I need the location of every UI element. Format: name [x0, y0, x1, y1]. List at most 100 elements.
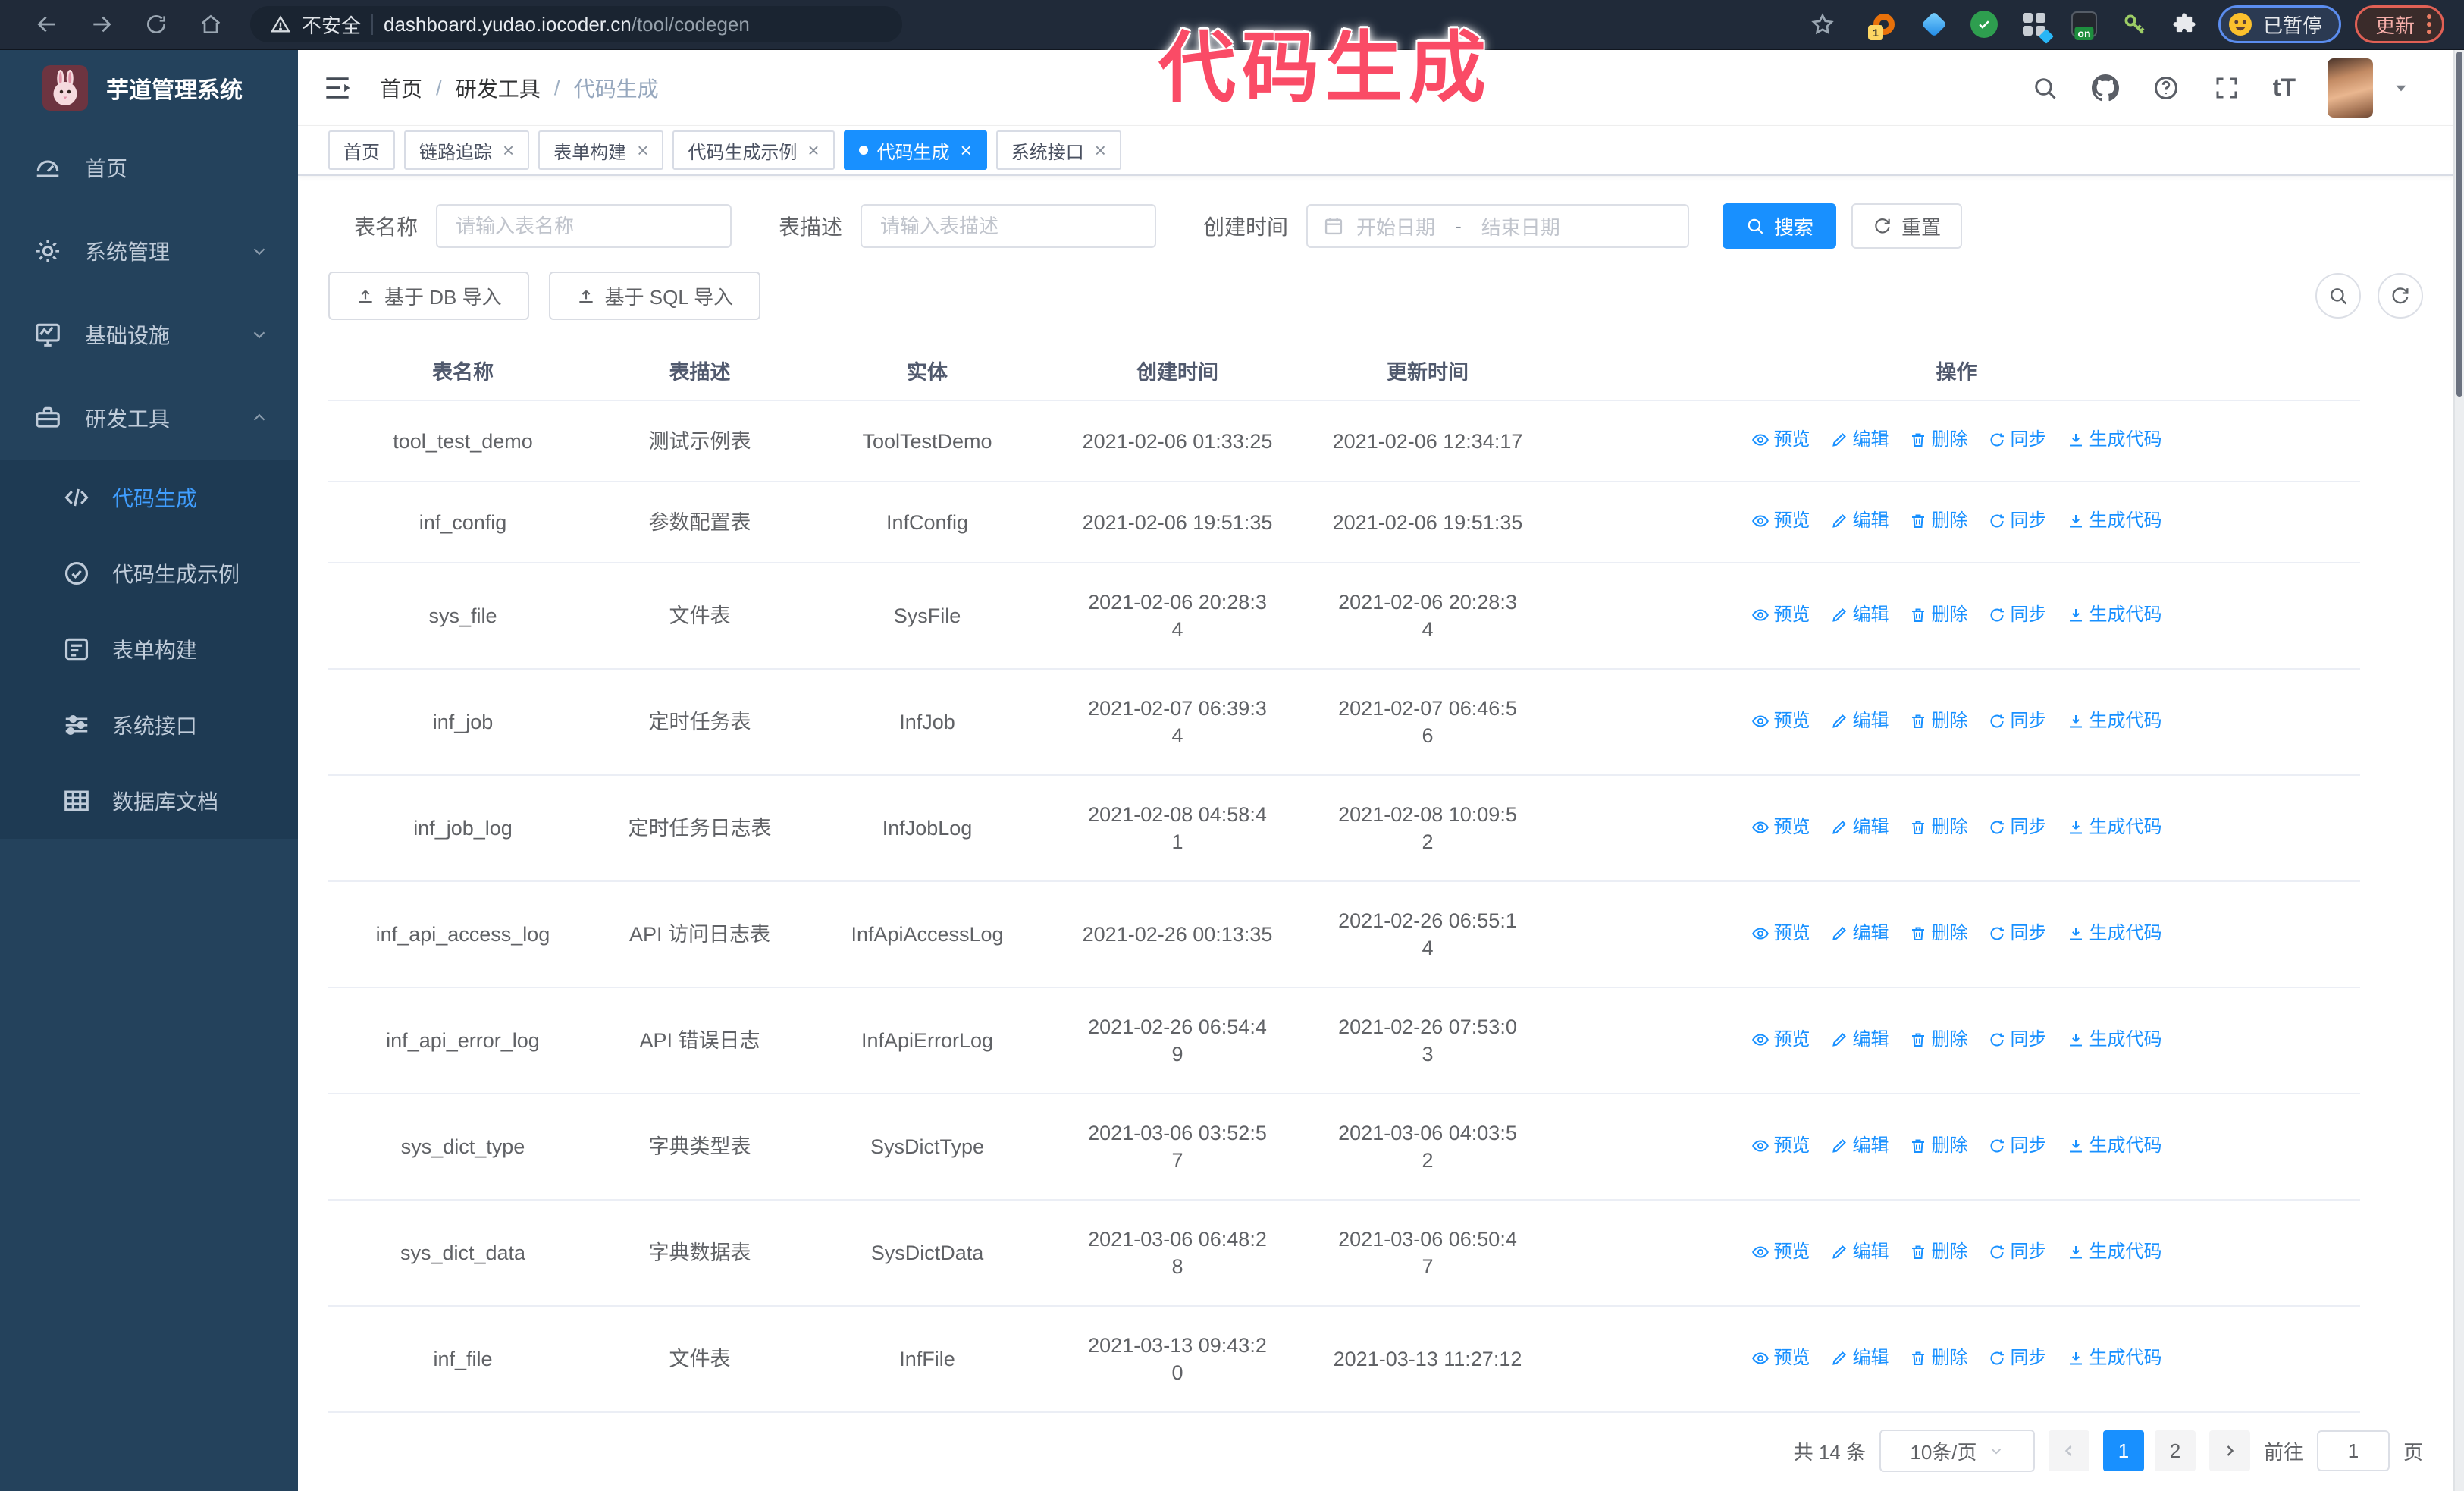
table-desc-input[interactable]: [861, 204, 1157, 248]
fullscreen-icon[interactable]: [2212, 74, 2241, 102]
window-scrollbar[interactable]: [2453, 50, 2464, 1491]
generate-code-link[interactable]: 生成代码: [2067, 708, 2162, 735]
sidebar-item-infra[interactable]: 基础设施: [0, 293, 298, 376]
browser-update-button[interactable]: 更新: [2354, 5, 2444, 43]
tag-close-icon[interactable]: ×: [503, 140, 514, 160]
github-icon[interactable]: [2091, 74, 2120, 102]
sidebar-item-system[interactable]: 系统管理: [0, 209, 298, 293]
sync-link[interactable]: 同步: [1988, 814, 2047, 841]
delete-link[interactable]: 删除: [1909, 426, 1968, 454]
generate-code-link[interactable]: 生成代码: [2067, 1345, 2162, 1372]
edit-link[interactable]: 编辑: [1830, 601, 1889, 629]
extensions-puzzle-icon[interactable]: [2167, 7, 2202, 42]
tag-system-api[interactable]: 系统接口 ×: [995, 130, 1121, 170]
avatar[interactable]: [2328, 58, 2373, 118]
font-size-icon[interactable]: tT: [2273, 74, 2296, 102]
page-button-2[interactable]: 2: [2154, 1430, 2196, 1471]
delete-link[interactable]: 删除: [1909, 601, 1968, 629]
edit-link[interactable]: 编辑: [1830, 507, 1889, 535]
sidebar-item-codegen-example[interactable]: 代码生成示例: [0, 535, 298, 611]
generate-code-link[interactable]: 生成代码: [2067, 1238, 2162, 1266]
date-range-input[interactable]: 开始日期 - 结束日期: [1306, 204, 1690, 248]
tag-codegen-example[interactable]: 代码生成示例 ×: [672, 130, 835, 170]
reset-button[interactable]: 重置: [1851, 203, 1963, 249]
refresh-table-button[interactable]: [2378, 273, 2423, 319]
sync-link[interactable]: 同步: [1988, 1345, 2047, 1372]
tag-close-icon[interactable]: ×: [1095, 140, 1106, 160]
generate-code-link[interactable]: 生成代码: [2067, 920, 2162, 947]
tag-trace[interactable]: 链路追踪 ×: [404, 130, 530, 170]
delete-link[interactable]: 删除: [1909, 1345, 1968, 1372]
delete-link[interactable]: 删除: [1909, 814, 1968, 841]
page-size-select[interactable]: 10条/页: [1879, 1430, 2035, 1472]
preview-link[interactable]: 预览: [1751, 1026, 1810, 1053]
edit-link[interactable]: 编辑: [1830, 920, 1889, 947]
page-button-1[interactable]: 1: [2102, 1430, 2144, 1471]
delete-link[interactable]: 删除: [1909, 708, 1968, 735]
delete-link[interactable]: 删除: [1909, 920, 1968, 947]
preview-link[interactable]: 预览: [1751, 1345, 1810, 1372]
goto-page-input[interactable]: [2316, 1430, 2390, 1471]
sidebar-item-form-builder[interactable]: 表单构建: [0, 611, 298, 687]
help-icon[interactable]: [2152, 74, 2180, 102]
tag-codegen[interactable]: 代码生成 ×: [843, 130, 987, 170]
bookmark-star-icon[interactable]: [1795, 3, 1850, 46]
extension-gem-icon[interactable]: [1917, 7, 1951, 42]
delete-link[interactable]: 删除: [1909, 1132, 1968, 1160]
delete-link[interactable]: 删除: [1909, 1238, 1968, 1266]
table-name-input[interactable]: [436, 204, 732, 248]
scrollbar-thumb[interactable]: [2456, 52, 2462, 397]
extension-check-icon[interactable]: [1967, 7, 2002, 42]
sidebar-item-devtools[interactable]: 研发工具: [0, 376, 298, 460]
next-page-button[interactable]: [2209, 1430, 2250, 1471]
sync-link[interactable]: 同步: [1988, 601, 2047, 629]
sync-link[interactable]: 同步: [1988, 1132, 2047, 1160]
app-logo[interactable]: 芋道管理系统: [0, 50, 298, 126]
generate-code-link[interactable]: 生成代码: [2067, 426, 2162, 454]
breadcrumb-item[interactable]: 研发工具: [456, 73, 541, 103]
tag-close-icon[interactable]: ×: [961, 140, 972, 160]
sidebar-item-system-api[interactable]: 系统接口: [0, 687, 298, 763]
tag-close-icon[interactable]: ×: [637, 140, 648, 160]
edit-link[interactable]: 编辑: [1830, 708, 1889, 735]
prev-page-button[interactable]: [2048, 1430, 2089, 1471]
generate-code-link[interactable]: 生成代码: [2067, 1026, 2162, 1053]
generate-code-link[interactable]: 生成代码: [2067, 1132, 2162, 1160]
sync-link[interactable]: 同步: [1988, 1238, 2047, 1266]
toggle-search-button[interactable]: [2315, 273, 2361, 319]
preview-link[interactable]: 预览: [1751, 601, 1810, 629]
browser-profile-chip[interactable]: 已暂停: [2218, 5, 2341, 43]
import-sql-button[interactable]: 基于 SQL 导入: [548, 272, 761, 320]
generate-code-link[interactable]: 生成代码: [2067, 601, 2162, 629]
preview-link[interactable]: 预览: [1751, 426, 1810, 454]
preview-link[interactable]: 预览: [1751, 1132, 1810, 1160]
edit-link[interactable]: 编辑: [1830, 1026, 1889, 1053]
edit-link[interactable]: 编辑: [1830, 1345, 1889, 1372]
hamburger-icon[interactable]: [321, 71, 354, 105]
tag-home[interactable]: 首页: [328, 130, 395, 170]
breadcrumb-item[interactable]: 首页: [380, 73, 422, 103]
browser-forward-icon[interactable]: [74, 3, 129, 46]
sync-link[interactable]: 同步: [1988, 708, 2047, 735]
generate-code-link[interactable]: 生成代码: [2067, 507, 2162, 535]
preview-link[interactable]: 预览: [1751, 1238, 1810, 1266]
edit-link[interactable]: 编辑: [1830, 1132, 1889, 1160]
generate-code-link[interactable]: 生成代码: [2067, 814, 2162, 841]
extension-key-icon[interactable]: [2117, 7, 2152, 42]
sidebar-item-codegen[interactable]: 代码生成: [0, 460, 298, 535]
preview-link[interactable]: 预览: [1751, 814, 1810, 841]
extension-on-icon[interactable]: on: [2067, 7, 2102, 42]
import-db-button[interactable]: 基于 DB 导入: [328, 272, 529, 320]
sync-link[interactable]: 同步: [1988, 507, 2047, 535]
sync-link[interactable]: 同步: [1988, 920, 2047, 947]
edit-link[interactable]: 编辑: [1830, 814, 1889, 841]
extension-orange-icon[interactable]: 1: [1867, 7, 1901, 42]
tag-close-icon[interactable]: ×: [807, 140, 819, 160]
search-button[interactable]: 搜索: [1723, 203, 1837, 249]
sync-link[interactable]: 同步: [1988, 1026, 2047, 1053]
preview-link[interactable]: 预览: [1751, 507, 1810, 535]
chevron-down-icon[interactable]: [2391, 78, 2411, 98]
extension-grid-icon[interactable]: [2017, 7, 2054, 44]
sidebar-item-db-doc[interactable]: 数据库文档: [0, 763, 298, 839]
browser-home-icon[interactable]: [183, 3, 238, 46]
